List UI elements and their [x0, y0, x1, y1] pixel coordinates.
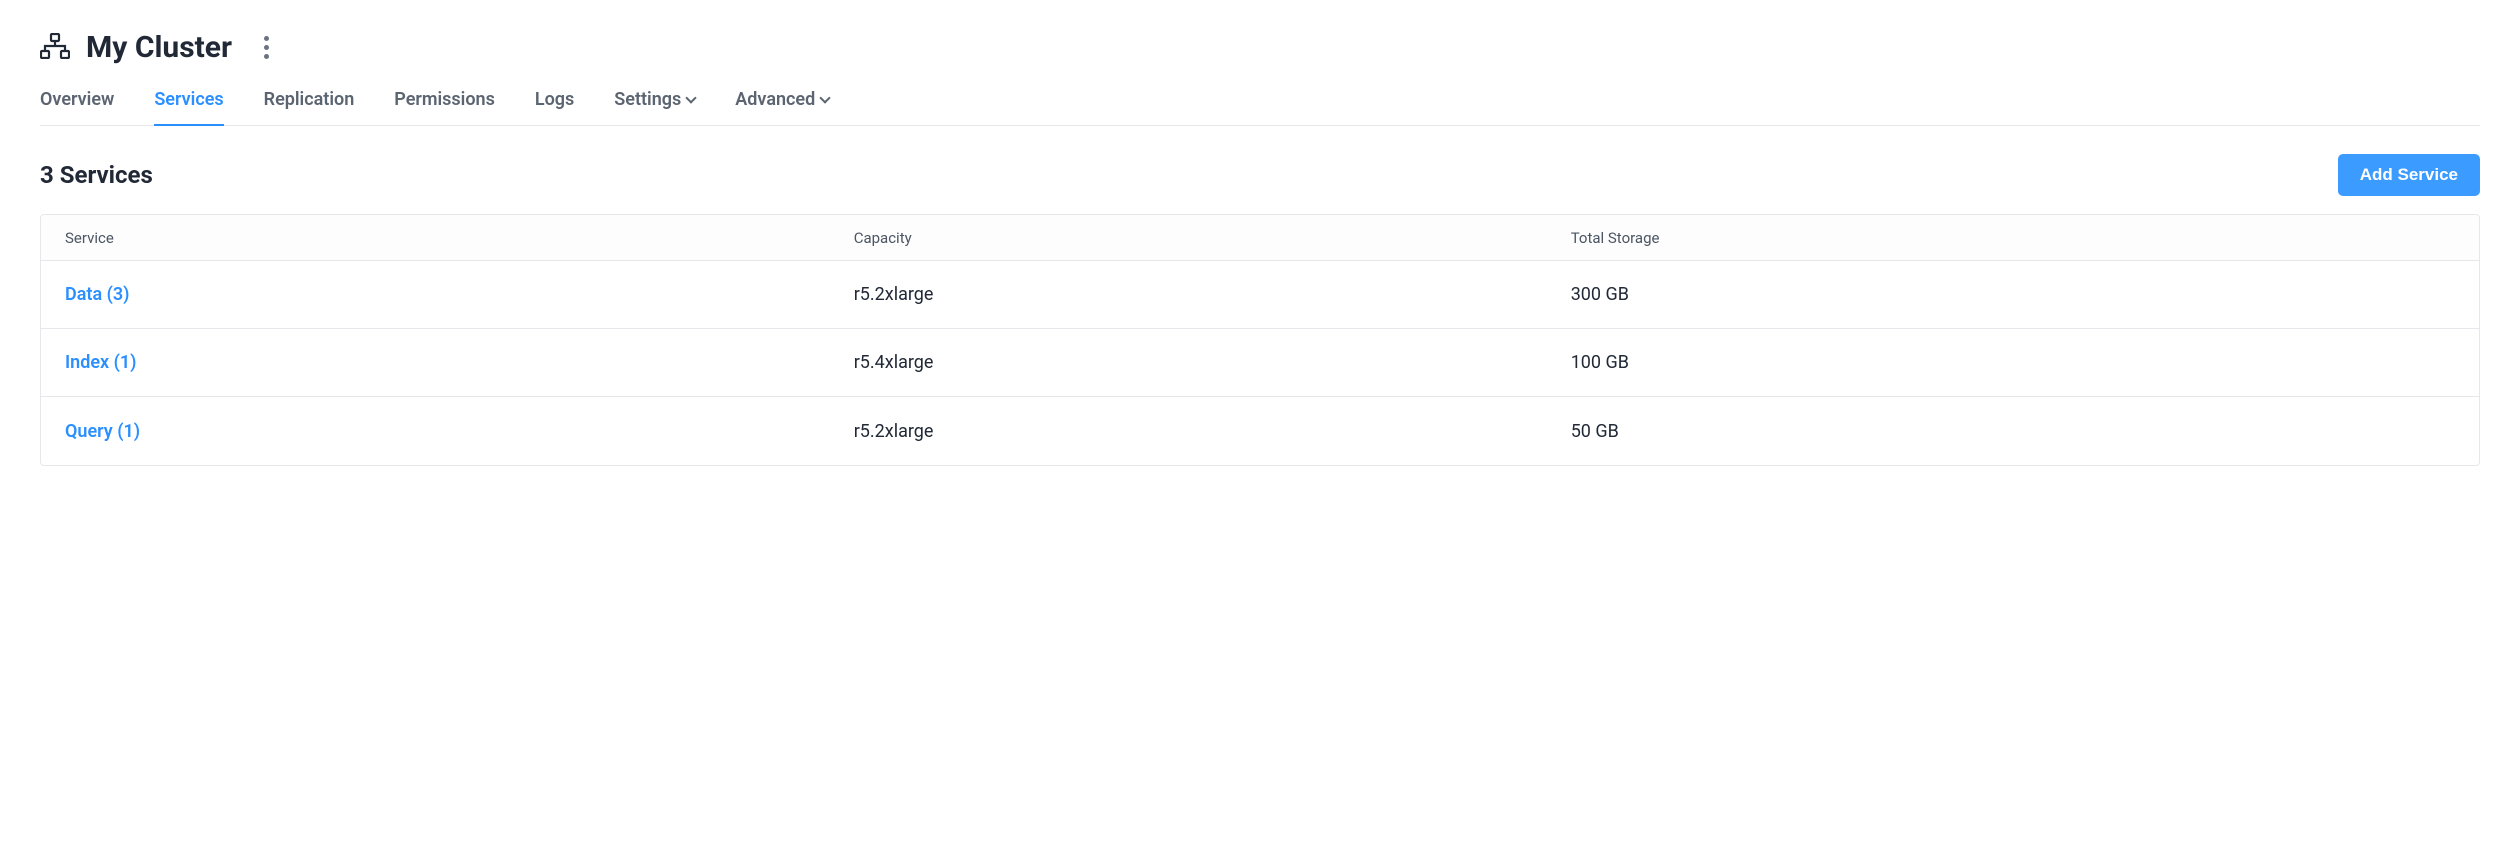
table-header-row: Service Capacity Total Storage [41, 215, 2479, 261]
storage-cell: 100 GB [1571, 352, 2455, 373]
section-title: 3 Services [40, 161, 153, 189]
table-row: Index (1) r5.4xlarge100 GB [41, 329, 2479, 397]
tab-label: Advanced [735, 89, 815, 110]
table-row: Query (1) r5.2xlarge50 GB [41, 397, 2479, 465]
chevron-down-icon [686, 92, 697, 103]
tab-advanced[interactable]: Advanced [735, 89, 829, 126]
tab-label: Settings [614, 89, 681, 110]
tab-overview[interactable]: Overview [40, 89, 114, 126]
storage-cell: 300 GB [1571, 284, 2455, 305]
tab-settings[interactable]: Settings [614, 89, 695, 126]
tab-permissions[interactable]: Permissions [394, 89, 495, 126]
add-service-button[interactable]: Add Service [2338, 154, 2480, 196]
tab-label: Overview [40, 89, 114, 110]
col-capacity: Capacity [854, 229, 1571, 247]
section-header: 3 Services Add Service [40, 154, 2480, 196]
tab-label: Replication [264, 89, 355, 110]
capacity-cell: r5.2xlarge [854, 284, 1571, 305]
service-link[interactable]: Data (3) [65, 284, 129, 305]
services-table: Service Capacity Total Storage Data (3) r… [40, 214, 2480, 466]
col-storage: Total Storage [1571, 229, 2455, 247]
capacity-cell: r5.2xlarge [854, 421, 1571, 442]
tab-label: Logs [535, 89, 574, 110]
capacity-cell: r5.4xlarge [854, 352, 1571, 373]
tab-services[interactable]: Services [154, 89, 223, 126]
tab-label: Services [154, 89, 223, 110]
table-row: Data (3) r5.2xlarge300 GB [41, 261, 2479, 329]
more-menu-icon[interactable] [258, 30, 275, 65]
service-link[interactable]: Query (1) [65, 421, 140, 442]
page-title: My Cluster [86, 30, 232, 65]
chevron-down-icon [820, 92, 831, 103]
tab-logs[interactable]: Logs [535, 89, 574, 126]
service-link[interactable]: Index (1) [65, 352, 136, 373]
tab-replication[interactable]: Replication [264, 89, 355, 126]
cluster-icon [40, 33, 70, 63]
col-service: Service [65, 229, 854, 247]
page-header: My Cluster [40, 30, 2480, 65]
tab-label: Permissions [394, 89, 495, 110]
storage-cell: 50 GB [1571, 421, 2455, 442]
tabs: Overview Services Replication Permissions Lo… [40, 89, 2480, 126]
